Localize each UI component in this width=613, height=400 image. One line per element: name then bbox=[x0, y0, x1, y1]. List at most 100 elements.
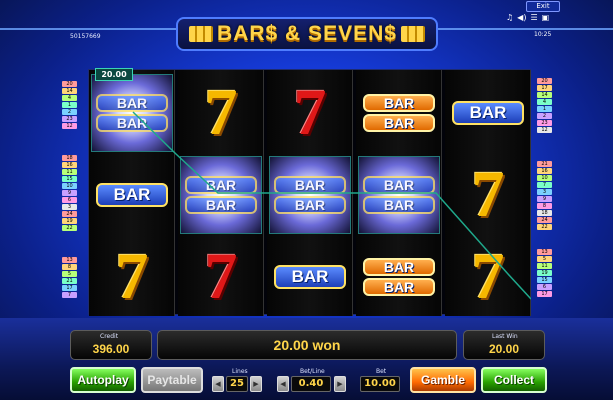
gamble-button[interactable]: Gamble bbox=[410, 367, 476, 393]
payline-number: 17 bbox=[537, 85, 552, 91]
reel-area: BAR BAR BAR 7 7 BAR BAR 7 7 BAR BAR BAR BAR BAR BAR BAR… bbox=[88, 69, 531, 316]
reel: BAR 7 7 bbox=[445, 70, 531, 316]
payline-number: 22 bbox=[62, 225, 77, 231]
bar-icon: BAR bbox=[363, 176, 435, 194]
collect-button[interactable]: Collect bbox=[481, 367, 547, 393]
payline-number: 9 bbox=[62, 190, 77, 196]
line-numbers-left-mid: 18 16 11 15 10 9 6 3 24 19 22 bbox=[62, 155, 77, 231]
payline-number: 18 bbox=[537, 210, 552, 216]
reel-symbol-seven-gold: 7 bbox=[91, 238, 173, 316]
payline-number: 10 bbox=[537, 175, 552, 181]
payline-number: 8 bbox=[537, 203, 552, 209]
reel-symbol-seven-red: 7 bbox=[180, 238, 262, 316]
reel-symbol-bar: BAR bbox=[447, 74, 529, 152]
seven-icon: 7 bbox=[471, 240, 505, 313]
payline-number: 23 bbox=[537, 120, 552, 126]
line-numbers-right-mid: 21 16 10 7 3 9 8 18 24 22 bbox=[537, 161, 552, 230]
payline-number: 21 bbox=[62, 278, 77, 284]
reel-symbol-bar: BAR bbox=[91, 156, 173, 234]
autoplay-button[interactable]: Autoplay bbox=[70, 367, 136, 393]
reel-symbol-bar-double-orange: BAR BAR bbox=[358, 74, 440, 152]
seven-icon: 7 bbox=[204, 76, 238, 149]
bar-icon: BAR bbox=[274, 176, 346, 194]
payline-number: 5 bbox=[62, 271, 77, 277]
line-numbers-right-bot: 13 5 11 19 15 6 17 bbox=[537, 249, 552, 297]
payline-number: 12 bbox=[537, 127, 552, 133]
payline-number: 15 bbox=[62, 176, 77, 182]
payline-number: 13 bbox=[537, 249, 552, 255]
message-display: 20.00 won bbox=[157, 330, 457, 360]
speaker-icon[interactable]: ◀) bbox=[517, 13, 526, 22]
double-bar-icon: BAR BAR bbox=[363, 176, 435, 214]
exit-button[interactable]: Exit bbox=[526, 1, 560, 12]
bar-icon: BAR bbox=[185, 196, 257, 214]
reel-symbol-bar-double-orange: BAR BAR bbox=[358, 238, 440, 316]
seven-icon: 7 bbox=[204, 240, 238, 313]
bar-icon: BAR bbox=[363, 196, 435, 214]
payline-number: 10 bbox=[62, 183, 77, 189]
payline-number: 11 bbox=[62, 169, 77, 175]
bet-line-decrease-button[interactable]: ◀ bbox=[277, 376, 289, 392]
payline-number: 24 bbox=[537, 217, 552, 223]
double-bar-icon: BAR BAR bbox=[185, 176, 257, 214]
payline-number: 7 bbox=[62, 292, 77, 298]
bar-icon: BAR bbox=[363, 94, 435, 112]
bet-line-value: 0.40 bbox=[291, 376, 331, 392]
payline-number: 6 bbox=[537, 284, 552, 290]
payline-number: 5 bbox=[537, 256, 552, 262]
payline-number: 11 bbox=[537, 263, 552, 269]
line-numbers-right-top: 20 17 14 4 1 2 23 12 bbox=[537, 78, 552, 133]
reel-symbol-bar-double: BAR BAR bbox=[358, 156, 440, 234]
reel: BAR BAR BAR 7 bbox=[89, 70, 175, 316]
game-logo: BAR$ & SEVEN$ bbox=[176, 17, 438, 51]
double-bar-icon: BAR BAR bbox=[96, 94, 168, 132]
payline-number: 16 bbox=[62, 162, 77, 168]
double-bar-icon: BAR BAR bbox=[363, 94, 435, 132]
payline-number: 4 bbox=[537, 99, 552, 105]
menu-icon[interactable]: ☰ bbox=[530, 13, 537, 22]
payline-number: 24 bbox=[62, 211, 77, 217]
clock: 10:25 bbox=[534, 31, 552, 38]
bar-icon: BAR bbox=[452, 101, 524, 125]
reel-symbol-seven-gold: 7 bbox=[447, 238, 529, 316]
paytable-button[interactable]: Paytable bbox=[141, 367, 203, 393]
payline-number: 8 bbox=[62, 264, 77, 270]
lines-increase-button[interactable]: ▶ bbox=[250, 376, 262, 392]
line-numbers-left-bot: 13 8 5 21 17 7 bbox=[62, 257, 77, 298]
lines-label: Lines bbox=[232, 368, 248, 375]
bar-icon: BAR bbox=[96, 94, 168, 112]
reel-symbol-seven-gold: 7 bbox=[447, 156, 529, 234]
payline-number: 12 bbox=[62, 123, 77, 129]
payline-number: 13 bbox=[62, 257, 77, 263]
double-bar-icon: BAR BAR bbox=[274, 176, 346, 214]
lines-value: 25 bbox=[226, 376, 248, 392]
payline-number: 7 bbox=[537, 182, 552, 188]
bet-value: 10.00 bbox=[360, 376, 400, 392]
payline-number: 17 bbox=[537, 291, 552, 297]
last-win-value: 20.00 bbox=[488, 342, 520, 356]
fullscreen-icon[interactable]: ▣ bbox=[542, 13, 550, 22]
payline-number: 17 bbox=[62, 285, 77, 291]
payline-number: 20 bbox=[537, 78, 552, 84]
payline-number: 23 bbox=[62, 116, 77, 122]
bet-line-increase-button[interactable]: ▶ bbox=[334, 376, 346, 392]
serial-number: 50157669 bbox=[70, 33, 101, 40]
payline-number: 21 bbox=[537, 161, 552, 167]
music-icon[interactable]: ♫ bbox=[506, 13, 513, 22]
payline-number: 18 bbox=[62, 155, 77, 161]
win-message: 20.00 won bbox=[273, 337, 341, 353]
payline-number: 9 bbox=[537, 196, 552, 202]
win-badge: 20.00 bbox=[95, 68, 133, 81]
seven-icon: 7 bbox=[293, 76, 327, 149]
lines-decrease-button[interactable]: ◀ bbox=[212, 376, 224, 392]
credit-value: 396.00 bbox=[92, 342, 130, 356]
credit-label: Credit bbox=[100, 333, 119, 340]
reel-symbol-bar: BAR bbox=[269, 238, 351, 316]
bet-label: Bet bbox=[376, 368, 387, 375]
payline-number: 14 bbox=[62, 88, 77, 94]
bet-line-label: Bet/Line bbox=[300, 368, 325, 375]
bar-icon: BAR bbox=[363, 278, 435, 296]
payline-number: 2 bbox=[62, 109, 77, 115]
payline-number: 20 bbox=[62, 81, 77, 87]
reel-symbol-seven-gold: 7 bbox=[180, 74, 262, 152]
